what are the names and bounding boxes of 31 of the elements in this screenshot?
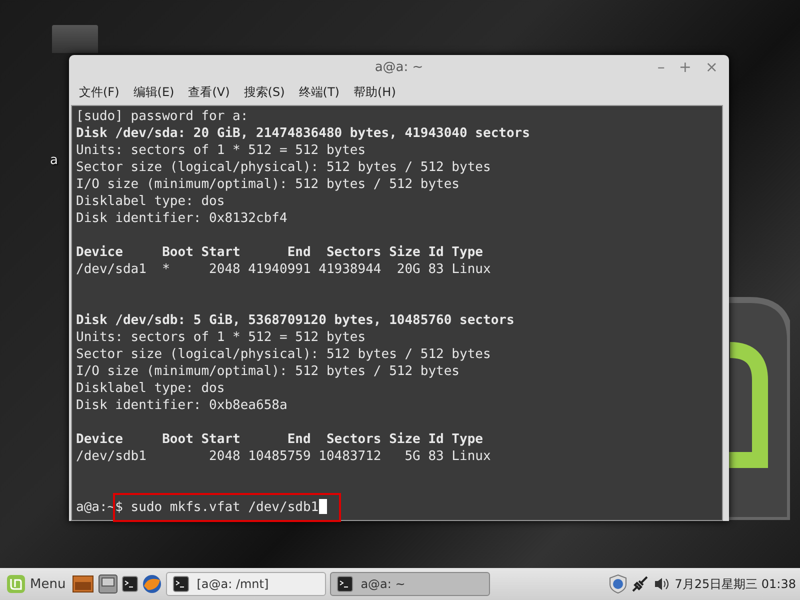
- terminal-line: Units: sectors of 1 * 512 = 512 bytes: [76, 329, 367, 346]
- terminal-line: Sector size (logical/physical): 512 bytes / 512 bytes: [76, 346, 492, 363]
- highlighted-command: $ sudo mkfs.vfat /dev/sdb1: [113, 493, 341, 522]
- terminal-line: Disklabel type: dos: [76, 380, 226, 397]
- terminal-line: [sudo] password for a:: [76, 108, 250, 125]
- terminal-line: Disk /dev/sdb: 5 GiB, 5368709120 bytes, 10485760 sectors: [76, 312, 516, 329]
- terminal-line: Disk identifier: 0x8132cbf4: [76, 210, 288, 227]
- terminal-line: /dev/sdb1 2048 10485759 10483712 5G 83 Linux: [76, 448, 492, 465]
- terminal-line: I/O size (minimum/optimal): 512 bytes / 512 bytes: [76, 363, 461, 380]
- shell-prompt: a@a:~: [76, 500, 116, 515]
- window-title: a@a: ~: [374, 60, 424, 74]
- terminal-line: Disk identifier: 0xb8ea658a: [76, 397, 288, 414]
- menu-item[interactable]: 文件(F): [73, 82, 126, 102]
- terminal-line: Disklabel type: dos: [76, 193, 226, 210]
- menu-item[interactable]: 终端(T): [292, 82, 346, 102]
- terminal-line: Units: sectors of 1 * 512 = 512 bytes: [76, 142, 367, 159]
- menu-item[interactable]: 查看(V): [182, 82, 236, 102]
- terminal-line: Device Boot Start End Sectors Size Id Type: [76, 244, 484, 261]
- menu-button[interactable]: Menu: [4, 574, 68, 594]
- menu-item[interactable]: 搜索(S): [238, 82, 291, 102]
- terminal-line: Disk /dev/sda: 20 GiB, 21474836480 bytes, 41943040 sectors: [76, 125, 531, 142]
- terminal-line: Sector size (logical/physical): 512 bytes / 512 bytes: [76, 159, 492, 176]
- clock[interactable]: 7月25日星期三 01:38: [674, 576, 796, 592]
- terminal-line: /dev/sda1 * 2048 41940991 41938944 20G 83 Linux: [76, 261, 492, 278]
- taskbar-task[interactable]: a@a: ~: [330, 572, 490, 596]
- terminal-line: I/O size (minimum/optimal): 512 bytes / 512 bytes: [76, 176, 461, 193]
- menu-item[interactable]: 编辑(E): [127, 82, 180, 102]
- desktop-icon-label: a: [50, 153, 58, 168]
- taskbar-task[interactable]: [a@a: /mnt]: [166, 572, 326, 596]
- menu-item[interactable]: 帮助(H): [347, 82, 402, 102]
- terminal-line: Device Boot Start End Sectors Size Id Type: [76, 431, 484, 448]
